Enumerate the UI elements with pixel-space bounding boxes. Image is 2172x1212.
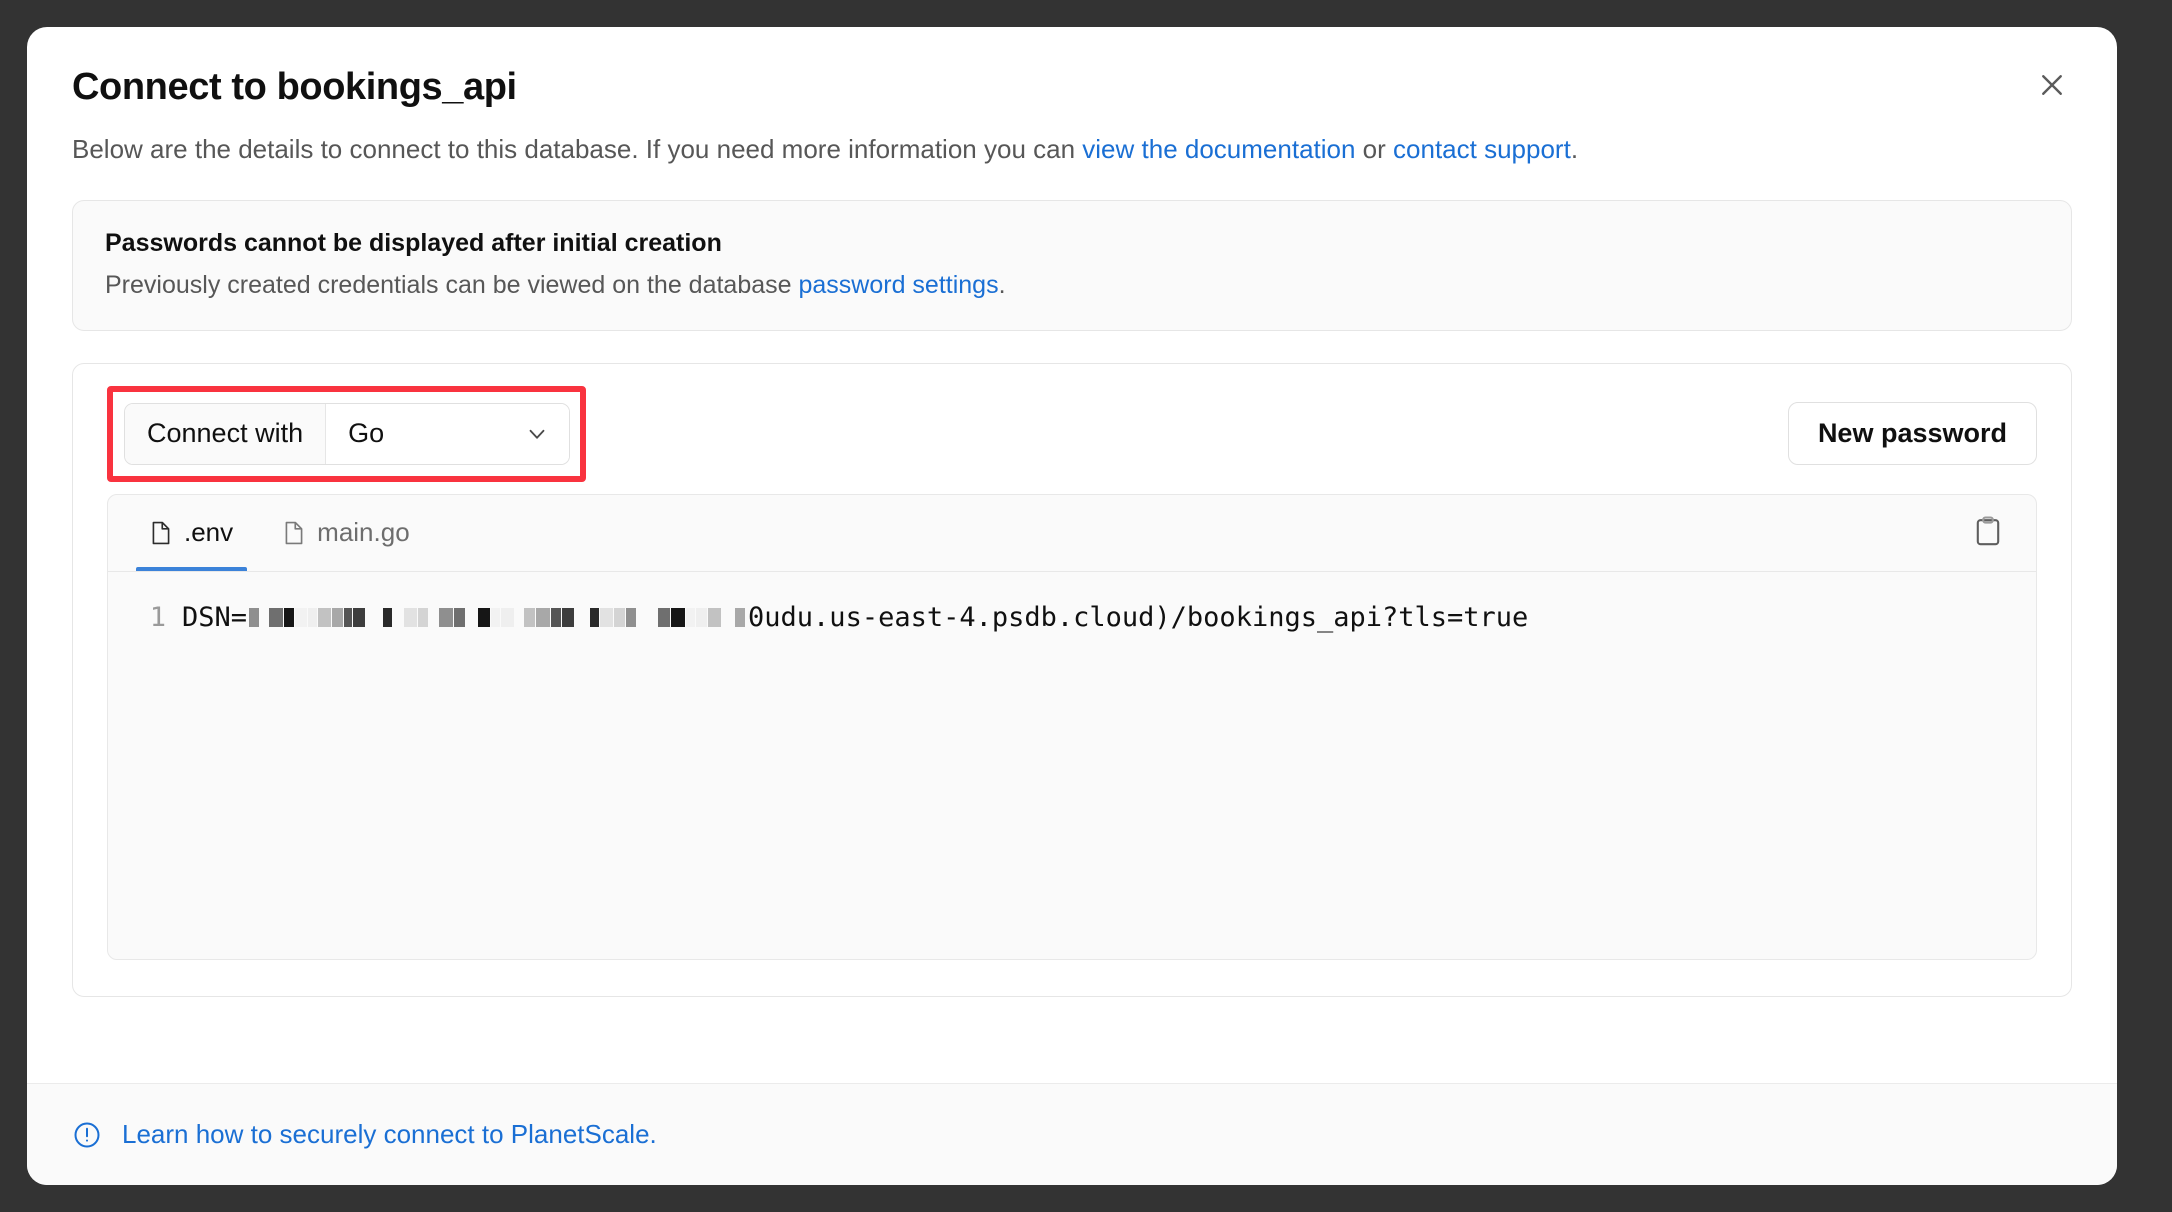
file-icon [150, 521, 172, 545]
connect-with-label: Connect with [125, 403, 327, 464]
tab-main-go[interactable]: main.go [269, 495, 424, 571]
modal-subtitle: Below are the details to connect to this… [72, 132, 2072, 167]
redacted-password-blocks [249, 598, 746, 638]
code-panel: .env main.go 1 DSN= 0udu.us-east-4.psdb.… [107, 493, 2037, 960]
close-button[interactable] [2029, 62, 2075, 108]
connect-modal: Connect to bookings_api Below are the de… [27, 27, 2117, 1185]
documentation-link[interactable]: view the documentation [1082, 134, 1355, 164]
contact-support-link[interactable]: contact support [1393, 134, 1571, 164]
copy-button[interactable] [1966, 511, 2010, 555]
notice-text-after: . [998, 271, 1006, 300]
subtitle-text-1: Below are the details to connect to this… [72, 133, 1083, 164]
code-suffix: 0udu.us-east-4.psdb.cloud)/bookings_api?… [748, 601, 1529, 633]
connect-card: Connect with Go New password .env main.g… [72, 362, 2072, 997]
code-area: 1 DSN= 0udu.us-east-4.psdb.cloud)/booking… [108, 572, 2036, 959]
language-select[interactable]: Go [326, 403, 570, 464]
connect-with-highlight: Connect with Go [107, 385, 587, 482]
connect-toolbar: Connect with Go New password [107, 385, 2037, 482]
notice-text-before: Previously created credentials can be vi… [105, 271, 799, 300]
notice-subtitle: Previously created credentials can be vi… [105, 269, 2039, 302]
subtitle-text-2: or [1355, 133, 1394, 164]
chevron-down-icon [524, 421, 550, 447]
clipboard-icon [1974, 516, 2002, 549]
subtitle-text-3: . [1570, 133, 1579, 164]
code-tab-list: .env main.go [108, 495, 446, 571]
tab-env[interactable]: .env [136, 495, 248, 571]
exclamation-circle-icon [72, 1120, 102, 1150]
secure-connect-link[interactable]: Learn how to securely connect to PlanetS… [122, 1119, 657, 1150]
code-tab-bar: .env main.go [108, 495, 2036, 572]
file-icon [283, 521, 305, 545]
new-password-button[interactable]: New password [1787, 402, 2037, 466]
notice-title: Passwords cannot be displayed after init… [105, 228, 722, 257]
tab-main-go-label: main.go [317, 517, 410, 548]
code-line[interactable]: DSN= 0udu.us-east-4.psdb.cloud)/bookings_… [182, 598, 1528, 638]
page-title: Connect to bookings_api [72, 66, 517, 108]
code-prefix: DSN= [182, 601, 248, 633]
tab-env-label: .env [184, 517, 234, 548]
password-notice-panel: Passwords cannot be displayed after init… [72, 199, 2072, 331]
language-select-value: Go [348, 418, 385, 449]
close-icon [2037, 70, 2067, 100]
connect-with-group: Connect with Go [124, 402, 571, 465]
modal-footer: Learn how to securely connect to PlanetS… [27, 1083, 2117, 1185]
password-settings-link[interactable]: password settings [798, 271, 998, 299]
modal-body: Connect to bookings_api Below are the de… [27, 27, 2117, 1083]
line-number: 1 [149, 601, 166, 633]
